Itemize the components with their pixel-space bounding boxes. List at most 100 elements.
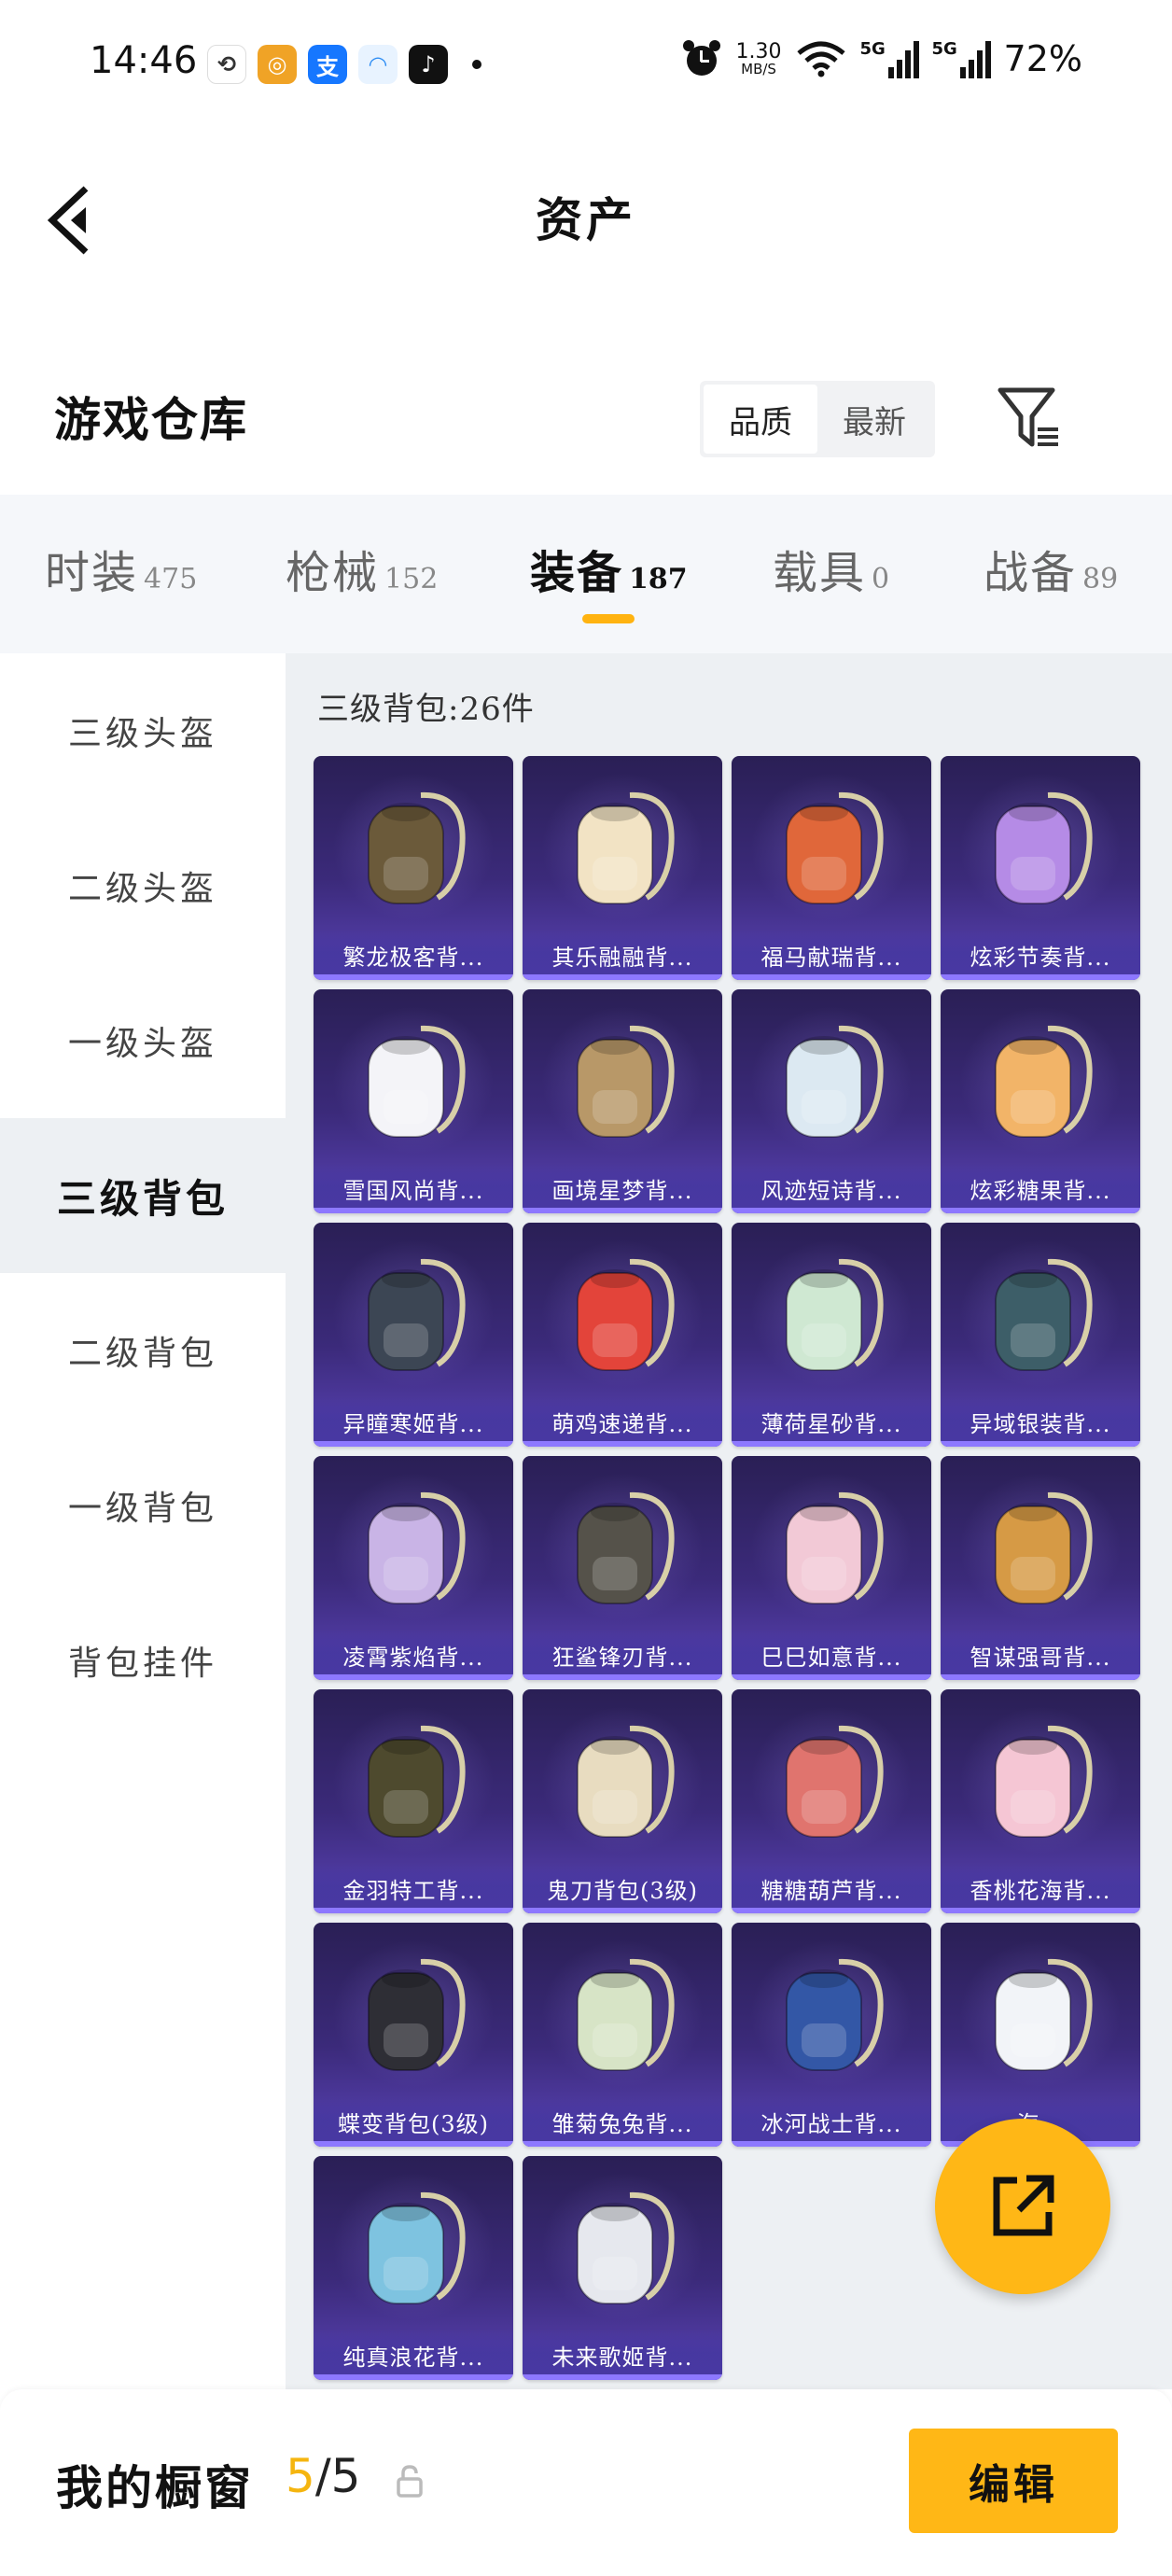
- tab-label: 枪械: [286, 547, 380, 599]
- sidebar-item-backpack-3[interactable]: 三级背包: [0, 1118, 286, 1273]
- rarity-strip: [314, 1208, 513, 1213]
- item-card[interactable]: 萌鸡速递背...: [523, 1223, 722, 1447]
- backpack-icon: [577, 1258, 675, 1371]
- backpack-icon: [368, 2191, 466, 2304]
- item-name: 蝶变背包(3级): [314, 2096, 513, 2147]
- sort-latest[interactable]: 最新: [817, 385, 931, 454]
- backpack-icon: [577, 1025, 675, 1138]
- item-name: 巳巳如意背...: [732, 1630, 931, 1680]
- sort-toggle: 品质 最新: [700, 381, 935, 457]
- tab-equipment[interactable]: 装备 187: [530, 536, 688, 601]
- item-name: 异域银装背...: [941, 1396, 1140, 1447]
- item-name: 雏菊兔兔背...: [523, 2096, 722, 2147]
- item-name: 薄荷星砂背...: [732, 1396, 931, 1447]
- item-name: 其乐融融背...: [523, 930, 722, 980]
- sidebar-item-backpack-1[interactable]: 一级背包: [0, 1428, 286, 1583]
- item-card[interactable]: 画境星梦背...: [523, 989, 722, 1213]
- item-name: 冰河战士背...: [732, 2096, 931, 2147]
- rarity-strip: [732, 1208, 931, 1213]
- tab-fashion[interactable]: 时装 475: [45, 536, 197, 601]
- showcase-count: 5/5: [286, 2449, 360, 2503]
- target-app-icon: ◎: [258, 45, 297, 84]
- item-card[interactable]: 狂鲨锋刃背...: [523, 1456, 722, 1680]
- sort-quality[interactable]: 品质: [704, 385, 817, 454]
- backpack-icon: [577, 2191, 675, 2304]
- backpack-icon: [995, 1725, 1093, 1838]
- backpack-icon: [368, 1258, 466, 1371]
- item-card[interactable]: 炫彩糖果背...: [941, 989, 1140, 1213]
- tab-firearms[interactable]: 枪械 152: [286, 536, 438, 601]
- notification-dot: [472, 60, 481, 69]
- share-button[interactable]: [935, 2119, 1110, 2294]
- showcase-label: 我的橱窗: [56, 2460, 254, 2515]
- tiktok-icon: ♪: [409, 45, 448, 84]
- item-name: 未来歌姬背...: [523, 2330, 722, 2380]
- rarity-strip: [941, 1208, 1140, 1213]
- signal-1-label: 5G: [859, 39, 886, 59]
- tab-vehicles[interactable]: 载具 0: [773, 536, 889, 601]
- item-card[interactable]: 蝶变背包(3级): [314, 1923, 513, 2147]
- item-name: 鬼刀背包(3级): [523, 1863, 722, 1913]
- item-card[interactable]: 风迹短诗背...: [732, 989, 931, 1213]
- item-card[interactable]: 雏菊兔兔背...: [523, 1923, 722, 2147]
- item-name: 繁龙极客背...: [314, 930, 513, 980]
- item-card[interactable]: 福马献瑞背...: [732, 756, 931, 980]
- item-name: 萌鸡速递背...: [523, 1396, 722, 1447]
- backpack-icon: [368, 1725, 466, 1838]
- rarity-strip: [732, 1441, 931, 1447]
- sidebar-item-helmet-3[interactable]: 三级头盔: [0, 653, 286, 808]
- item-card[interactable]: 炫彩节奏背...: [941, 756, 1140, 980]
- backpack-icon: [995, 1258, 1093, 1371]
- bottom-bar: 我的橱窗 5/5 编辑: [0, 2389, 1172, 2576]
- status-bar: 14:46 ⟲ ◎ 支 ◠ ♪ 1.30 MB/S 5G 5G 72%: [0, 0, 1172, 131]
- item-card[interactable]: 异域银装背...: [941, 1223, 1140, 1447]
- rarity-strip: [523, 2141, 722, 2147]
- filter-button[interactable]: [995, 383, 1064, 452]
- item-card[interactable]: 冰河战士背...: [732, 1923, 931, 2147]
- item-card[interactable]: 巳巳如意背...: [732, 1456, 931, 1680]
- backpack-icon: [786, 1958, 884, 2071]
- rarity-strip: [732, 2141, 931, 2147]
- lock-icon: [397, 2465, 423, 2498]
- rarity-strip: [523, 1674, 722, 1680]
- item-card[interactable]: 凌霄紫焰背...: [314, 1456, 513, 1680]
- tab-label: 时装: [45, 547, 139, 599]
- filter-icon: [998, 387, 1058, 447]
- tab-battle-gear[interactable]: 战备 89: [984, 536, 1118, 601]
- item-card[interactable]: 未来歌姬背...: [523, 2156, 722, 2380]
- rarity-strip: [732, 1908, 931, 1913]
- item-card[interactable]: 薄荷星砂背...: [732, 1223, 931, 1447]
- sidebar-item-backpack-pendant[interactable]: 背包挂件: [0, 1583, 286, 1738]
- rarity-strip: [941, 1441, 1140, 1447]
- rarity-strip: [523, 974, 722, 980]
- item-name: 凌霄紫焰背...: [314, 1630, 513, 1680]
- share-external-icon: [993, 2175, 1054, 2236]
- edit-button[interactable]: 编辑: [909, 2429, 1118, 2533]
- item-name: 画境星梦背...: [523, 1163, 722, 1213]
- tab-label: 装备: [530, 547, 624, 599]
- item-card[interactable]: 其乐融融背...: [523, 756, 722, 980]
- rarity-strip: [314, 974, 513, 980]
- backpack-icon: [995, 1491, 1093, 1604]
- net-speed: 1.30 MB/S: [736, 41, 782, 77]
- item-card[interactable]: 鬼刀背包(3级): [523, 1689, 722, 1913]
- item-card[interactable]: 异瞳寒姬背...: [314, 1223, 513, 1447]
- item-card[interactable]: 雪国风尚背...: [314, 989, 513, 1213]
- item-card[interactable]: 智谋强哥背...: [941, 1456, 1140, 1680]
- signal-1-icon: 5G: [860, 39, 919, 78]
- backpack-icon: [786, 1258, 884, 1371]
- rarity-strip: [314, 1674, 513, 1680]
- backpack-icon: [368, 1025, 466, 1138]
- sidebar-item-helmet-2[interactable]: 二级头盔: [0, 808, 286, 963]
- item-card[interactable]: 金羽特工背...: [314, 1689, 513, 1913]
- tab-label: 战备: [984, 547, 1078, 599]
- item-card[interactable]: 纯真浪花背...: [314, 2156, 513, 2380]
- item-card[interactable]: 繁龙极客背...: [314, 756, 513, 980]
- item-card[interactable]: 香桃花海背...: [941, 1689, 1140, 1913]
- wifi-icon: [796, 41, 845, 77]
- item-card[interactable]: 糖糖葫芦背...: [732, 1689, 931, 1913]
- rarity-strip: [523, 1908, 722, 1913]
- sidebar-item-helmet-1[interactable]: 一级头盔: [0, 963, 286, 1118]
- sidebar-item-backpack-2[interactable]: 二级背包: [0, 1273, 286, 1428]
- item-card[interactable]: 海...: [941, 1923, 1140, 2147]
